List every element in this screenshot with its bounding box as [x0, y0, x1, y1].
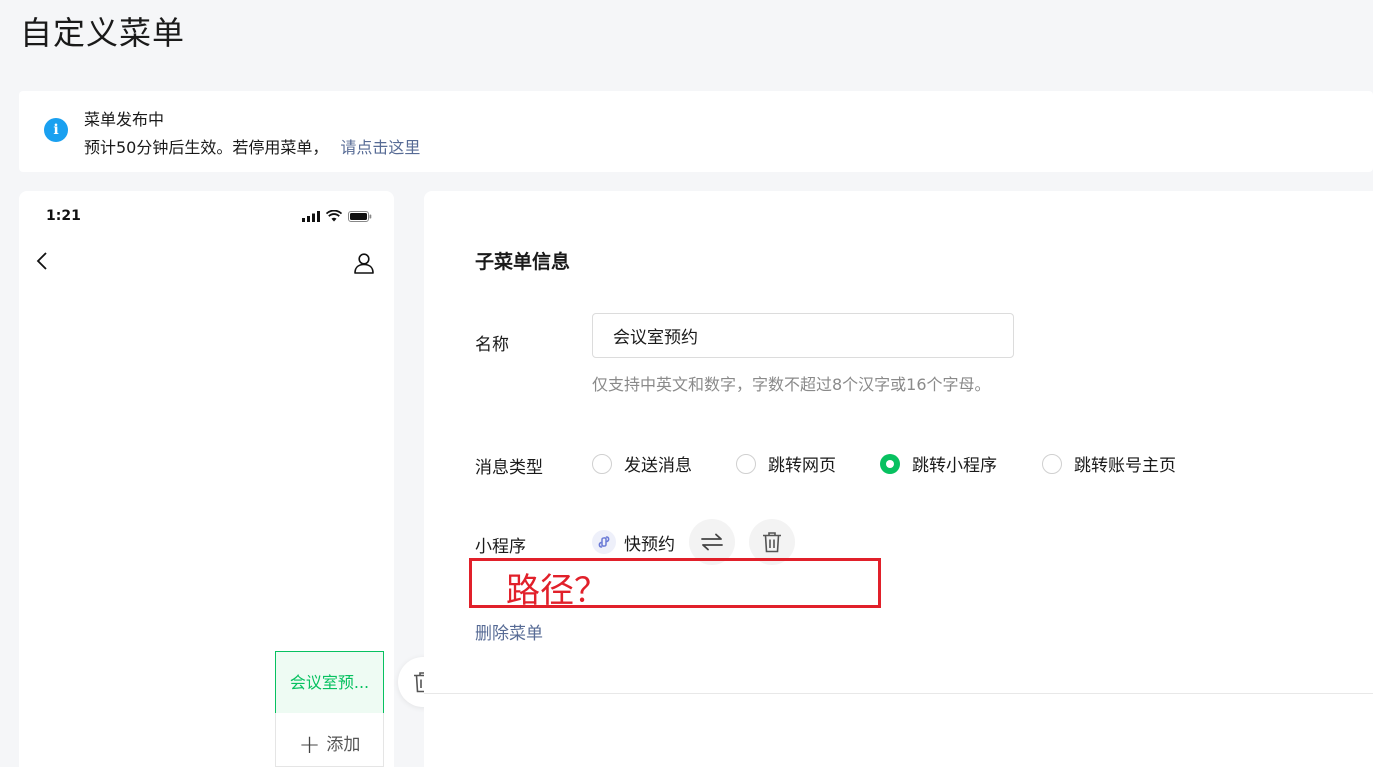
status-time: 1:21: [46, 208, 81, 224]
radio-label: 跳转小程序: [912, 456, 997, 476]
notice-title: 菜单发布中: [84, 110, 165, 129]
publish-notice: i 菜单发布中 预计50分钟后生效。若停用菜单， 请点击这里: [19, 91, 1373, 172]
annotation-text: 路径？: [506, 571, 608, 611]
radio-circle-checked: [880, 453, 900, 474]
notice-stop-link[interactable]: 请点击这里: [340, 138, 420, 157]
radio-jump-webpage[interactable]: 跳转网页: [736, 451, 880, 476]
add-label: 添加: [326, 735, 361, 755]
back-chevron-icon[interactable]: [33, 250, 53, 272]
notice-message-line: 预计50分钟后生效。若停用菜单， 请点击这里: [84, 134, 420, 158]
submenu-info-panel: 子菜单信息 名称 仅支持中英文和数字，字数不超过8个汉字或16个字母。 消息类型…: [424, 191, 1373, 767]
divider: [424, 693, 1373, 694]
name-input[interactable]: [592, 313, 1014, 358]
wifi-icon: [326, 210, 342, 222]
trash-icon: [763, 532, 781, 553]
signal-icon: [302, 211, 320, 222]
radio-label: 跳转网页: [768, 456, 836, 476]
info-icon: i: [44, 118, 68, 142]
plus-icon: +: [298, 730, 321, 760]
status-icons: [302, 210, 372, 222]
page-title: 自定义菜单: [20, 14, 186, 52]
name-hint: 仅支持中英文和数字，字数不超过8个汉字或16个字母。: [592, 375, 991, 394]
message-type-label: 消息类型: [475, 458, 543, 478]
radio-circle: [592, 453, 612, 474]
radio-circle: [736, 453, 756, 474]
swap-icon: [701, 533, 723, 551]
miniprogram-label: 小程序: [475, 537, 526, 557]
miniprogram-logo-icon: [592, 530, 616, 554]
miniprogram-name: 快预约: [624, 534, 675, 555]
battery-icon: [348, 211, 372, 222]
notice-message: 预计50分钟后生效。若停用菜单，: [84, 138, 329, 157]
user-icon[interactable]: [352, 251, 376, 275]
annotation-box: 路径？: [469, 558, 881, 611]
radio-label: 发送消息: [624, 456, 692, 476]
message-type-radio-group: 发送消息 跳转网页 跳转小程序 跳转账号主页: [592, 451, 1176, 476]
section-title: 子菜单信息: [475, 251, 571, 273]
radio-jump-miniprogram[interactable]: 跳转小程序: [880, 451, 1042, 476]
menu-item-meeting-room[interactable]: 会议室预...: [275, 651, 384, 714]
radio-jump-account-home[interactable]: 跳转账号主页: [1042, 451, 1176, 476]
radio-circle: [1042, 453, 1062, 474]
delete-menu-link[interactable]: 删除菜单: [475, 619, 543, 644]
radio-send-message[interactable]: 发送消息: [592, 451, 736, 476]
add-submenu-button[interactable]: + 添加: [275, 713, 384, 767]
name-label: 名称: [475, 335, 509, 355]
radio-label: 跳转账号主页: [1074, 456, 1176, 476]
